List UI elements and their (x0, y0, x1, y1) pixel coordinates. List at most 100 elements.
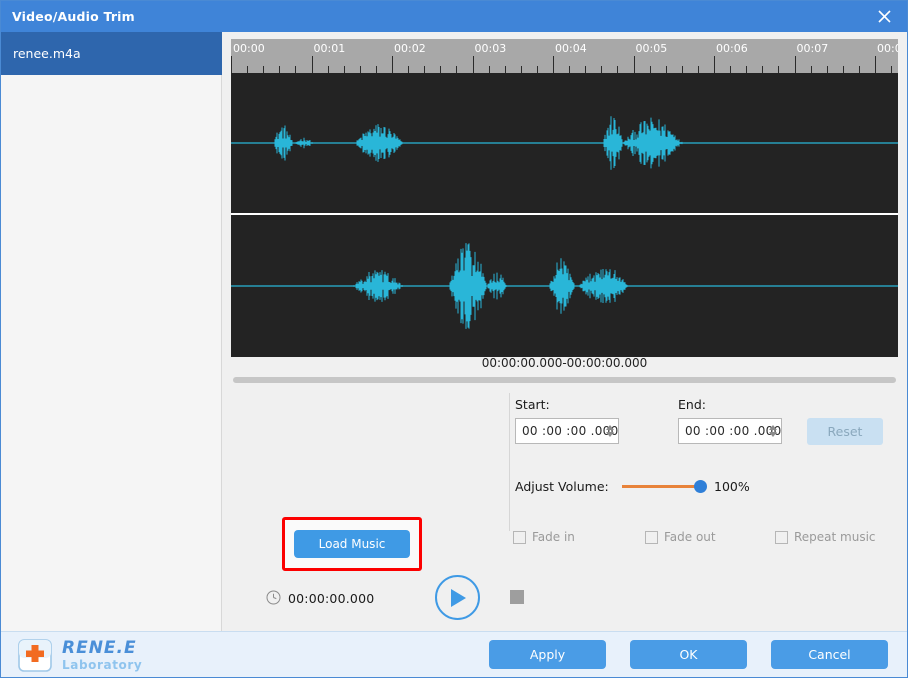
ruler-tick-minor (295, 66, 297, 73)
stepper-up-icon[interactable] (606, 425, 614, 430)
ruler-tick-minor (520, 66, 522, 73)
brand-logo: RENE.E Laboratory (15, 635, 142, 675)
adjust-volume-label: Adjust Volume: (515, 479, 609, 494)
play-icon (450, 588, 466, 607)
file-list-item-renee[interactable]: renee.m4a (1, 32, 222, 75)
ok-button[interactable]: OK (630, 640, 747, 669)
stepper-down-icon[interactable] (606, 432, 614, 437)
controls-divider (509, 393, 510, 531)
play-button[interactable] (435, 575, 480, 620)
load-music-highlight: Load Music (282, 517, 422, 571)
title-bar: Video/Audio Trim (1, 1, 907, 32)
timeline-ruler[interactable]: 00:00 00:01 00:02 00:03 00:04 00:05 00:06 00:07… (231, 39, 898, 73)
volume-value-label: 100% (714, 479, 750, 494)
file-list-sidebar: renee.m4a (1, 32, 222, 632)
brand-subtitle: Laboratory (62, 657, 143, 672)
ruler-tick-minor (279, 66, 281, 73)
fade-out-checkbox[interactable]: Fade out (645, 530, 716, 544)
ruler-label: 00:06 (716, 42, 748, 55)
fade-in-checkbox[interactable]: Fade in (513, 530, 575, 544)
ruler-tick-major (714, 56, 715, 73)
start-time-stepper[interactable] (606, 425, 614, 437)
ruler-tick-minor (440, 66, 442, 73)
start-time-value: 00 :00 :00 .000 (522, 424, 619, 438)
ruler-tick-minor (730, 66, 732, 73)
ruler-tick-minor (842, 66, 844, 73)
apply-button[interactable]: Apply (489, 640, 606, 669)
ruler-tick-minor (697, 66, 699, 73)
window-title: Video/Audio Trim (12, 9, 135, 24)
ruler-tick-minor (617, 66, 619, 73)
ruler-tick-minor (359, 66, 361, 73)
ruler-tick-minor (585, 66, 587, 73)
current-time-label: 00:00:00.000 (288, 591, 375, 606)
waveform-channel-2-graphic (231, 243, 898, 329)
load-music-button[interactable]: Load Music (294, 530, 410, 558)
fade-out-label: Fade out (664, 530, 716, 544)
ruler-tick-minor (327, 66, 329, 73)
close-button[interactable] (861, 1, 907, 32)
waveform-channel-1-graphic (231, 116, 898, 170)
ruler-tick-minor (826, 66, 828, 73)
repeat-music-label: Repeat music (794, 530, 876, 544)
ruler-label: 00:02 (394, 42, 426, 55)
ruler-tick-major (311, 56, 313, 73)
stepper-up-icon[interactable] (769, 425, 777, 430)
checkbox-box-icon (645, 530, 658, 544)
ruler-tick-major (392, 56, 393, 73)
repeat-music-checkbox[interactable]: Repeat music (775, 530, 876, 544)
ruler-tick-minor (858, 66, 860, 73)
ruler-tick-minor (778, 66, 780, 73)
effects-checkbox-row: Fade in Fade out Repeat music (513, 530, 898, 546)
timeline-horizontal-scrollbar[interactable] (233, 377, 896, 383)
ruler-tick-minor (810, 66, 812, 73)
ruler-label: 00:00 (233, 42, 265, 55)
ruler-tick-minor (488, 66, 490, 73)
checkbox-box-icon (775, 530, 788, 544)
ruler-tick-minor (504, 66, 506, 73)
waveform-channel-2[interactable] (231, 215, 898, 357)
footer-bar: RENE.E Laboratory Apply OK Cancel (1, 631, 907, 677)
ruler-tick-major (633, 56, 635, 73)
start-time-input[interactable]: 00 :00 :00 .000 (515, 418, 619, 444)
ruler-tick-major (472, 56, 474, 73)
ruler-tick-minor (536, 66, 538, 73)
ruler-label: 00:01 (313, 42, 346, 55)
reset-button[interactable]: Reset (807, 418, 883, 445)
ruler-label: 00:04 (555, 42, 587, 55)
ruler-tick-minor (665, 66, 667, 73)
start-label: Start: (515, 397, 550, 412)
fade-in-label: Fade in (532, 530, 575, 544)
stop-button[interactable] (510, 590, 524, 604)
ruler-tick-minor (247, 66, 249, 73)
ruler-tick-minor (746, 66, 748, 73)
ruler-tick-major (553, 56, 554, 73)
checkbox-box-icon (513, 530, 526, 544)
brand-name: RENE.E (62, 637, 137, 658)
ruler-tick-minor (762, 66, 764, 73)
ruler-tick-major (794, 56, 796, 73)
volume-slider-knob[interactable] (694, 480, 707, 493)
cancel-button[interactable]: Cancel (771, 640, 888, 669)
ruler-label: 00:03 (474, 42, 507, 55)
stepper-down-icon[interactable] (769, 432, 777, 437)
ruler-tick-minor (456, 66, 458, 73)
end-time-input[interactable]: 00 :00 :00 .000 (678, 418, 782, 444)
end-label: End: (678, 397, 706, 412)
end-time-stepper[interactable] (769, 425, 777, 437)
waveform-region: 00:00 00:01 00:02 00:03 00:04 00:05 00:06 00:07… (231, 39, 898, 359)
selection-range-label: 00:00:00.000-00:00:00.000 (481, 356, 648, 370)
video-audio-trim-dialog: Video/Audio Trim renee.m4a 00:00 00:01 00:… (0, 0, 908, 678)
ruler-tick-minor (569, 66, 571, 73)
ruler-tick-minor (375, 66, 377, 73)
waveform-channel-1[interactable] (231, 73, 898, 215)
ruler-tick-minor (408, 66, 410, 73)
ruler-tick-minor (681, 66, 683, 73)
ruler-label: 00:07 (796, 42, 829, 55)
file-name-label: renee.m4a (13, 46, 81, 61)
ruler-tick-minor (263, 66, 265, 73)
ruler-label: 00:05 (635, 42, 668, 55)
ruler-tick-major (875, 56, 876, 73)
ruler-tick-minor (424, 66, 426, 73)
ruler-label: 00:08 (877, 42, 898, 55)
